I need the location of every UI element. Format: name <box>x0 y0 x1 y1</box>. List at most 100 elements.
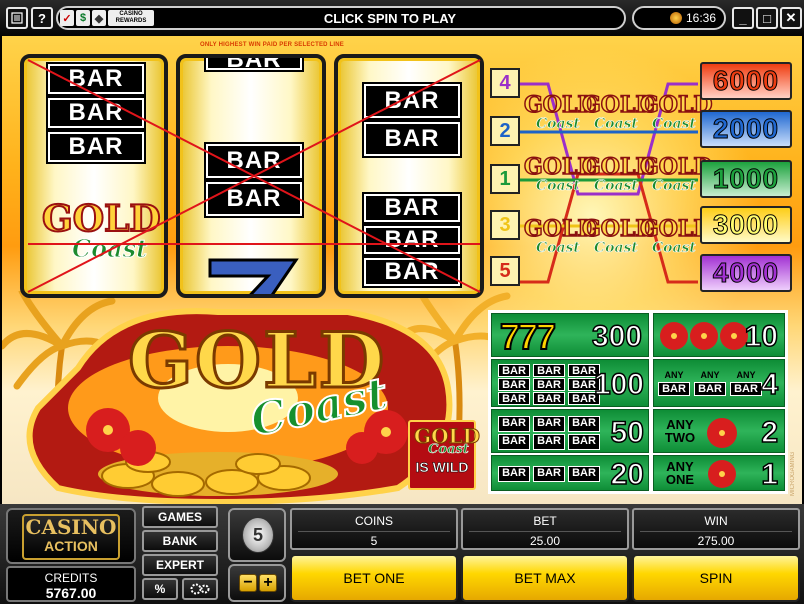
small-bar-symbol: BAR <box>568 466 600 482</box>
hibiscus-flowers-icon <box>660 322 748 350</box>
coin-increase-button[interactable]: + <box>259 574 277 592</box>
any-label: ANY <box>664 370 684 380</box>
gold-coast-symbol: GOLD Coast <box>41 197 162 264</box>
small-bar-symbol: BAR <box>498 466 530 482</box>
any-two-payout: 2 <box>761 415 779 450</box>
paytable-cell-nine-bars: BAR BAR BAR BAR BAR BAR BAR BAR BAR 100 <box>491 359 649 407</box>
bet-display: BET 25.00 <box>461 508 629 550</box>
payline-4-button[interactable]: 4 <box>490 68 520 98</box>
credits-display: CREDITS 5767.00 <box>6 566 136 602</box>
coin-size-button[interactable]: 5 <box>228 508 286 562</box>
paytable-cell-three-bars: BAR BAR BAR 20 <box>491 455 649 492</box>
gold-coast-mini-symbol: GOLD Coast <box>581 153 655 194</box>
small-bar-symbol: BAR <box>568 434 600 450</box>
control-panel: CASINO ACTION CREDITS 5767.00 GAMES BANK… <box>0 504 804 604</box>
small-bar-symbol: BAR <box>694 382 726 396</box>
bar-symbol: BAR <box>204 58 304 73</box>
rewards-badges: ✓ $ ◆ CASINO REWARDS <box>60 10 154 26</box>
bet-max-button[interactable]: BET MAX <box>461 554 629 602</box>
clock-time: 16:36 <box>685 11 716 25</box>
reel-3: BAR BAR BAR BAR BAR <box>334 54 484 298</box>
gold-coast-mini-symbol: GOLD Coast <box>639 91 713 132</box>
win-value: 275.00 <box>697 534 735 548</box>
developer-credit: MICROGAMING <box>790 451 796 496</box>
any-one-label: ANY ONE <box>665 459 695 487</box>
hibiscus-flower-icon <box>708 460 736 488</box>
gears-icon[interactable] <box>182 578 218 600</box>
bank-button[interactable]: BANK <box>142 530 218 552</box>
six-bars-payout: 50 <box>610 415 645 450</box>
menu-list-icon[interactable] <box>6 7 28 29</box>
gold-coast-mini-symbol: GOLD Coast <box>581 91 655 132</box>
coins-divider <box>298 531 450 532</box>
payline-3-button[interactable]: 3 <box>490 210 520 240</box>
bar-symbol: BAR <box>46 62 146 96</box>
clock-display: 16:36 <box>632 6 726 30</box>
win-divider <box>640 531 792 532</box>
win-display: WIN 275.00 <box>632 508 800 550</box>
bar-symbol: BAR <box>204 142 304 180</box>
bet-label: BET <box>533 514 557 528</box>
small-bar-symbol: BAR <box>498 378 530 391</box>
games-button[interactable]: GAMES <box>142 506 218 528</box>
coin-size-stepper: − + <box>228 564 286 602</box>
maximize-button[interactable]: □ <box>756 7 778 29</box>
paytable-cell-any-one: ANY ONE 1 <box>653 455 785 492</box>
small-bar-symbol: BAR <box>533 416 565 432</box>
small-bar-symbol: BAR <box>533 392 565 405</box>
small-bar-symbol: BAR <box>498 416 530 432</box>
close-button[interactable]: ✕ <box>780 7 802 29</box>
paytable: 777 300 10 BAR BAR BAR BAR BAR BAR BAR BAR BAR 1… <box>488 310 788 494</box>
small-bar-symbol: BAR <box>498 434 530 450</box>
coins-display: COINS 5 <box>290 508 458 550</box>
bar-symbol: BAR <box>362 224 462 256</box>
payline-1-button[interactable]: 1 <box>490 164 520 194</box>
expert-button[interactable]: EXPERT <box>142 554 218 576</box>
spin-button[interactable]: SPIN <box>632 554 800 602</box>
paytable-cell-three-flowers: 10 <box>653 313 785 357</box>
three-flowers-payout: 10 <box>744 319 779 354</box>
small-bar-symbol: BAR <box>498 364 530 377</box>
title-bar: ? ✓ $ ◆ CASINO REWARDS CLICK SPIN TO PLA… <box>0 0 804 36</box>
gold-coast-mini-symbol: GOLD Coast <box>639 153 713 194</box>
coin-decrease-button[interactable]: − <box>239 574 257 592</box>
paytable-cell-any-two: ANY TWO 2 <box>653 409 785 453</box>
game-message: CLICK SPIN TO PLAY <box>323 10 457 26</box>
nine-bars-payout: 100 <box>593 367 645 402</box>
gold-coast-mini-symbol: GOLD Coast <box>523 153 597 194</box>
payline-5-button[interactable]: 5 <box>490 256 520 286</box>
small-bar-symbol: BAR <box>658 382 690 396</box>
three-bars-payout: 20 <box>610 457 645 492</box>
seven-symbol-icon <box>208 258 299 294</box>
percent-button[interactable]: % <box>142 578 178 600</box>
sevens-symbol: 777 <box>499 315 557 358</box>
payline-2-button[interactable]: 2 <box>490 116 520 146</box>
any-bar-payout: 4 <box>761 367 779 402</box>
checkbox-badge-icon: ✓ <box>60 10 74 26</box>
help-button[interactable]: ? <box>31 7 53 29</box>
casino-action-logo: CASINO ACTION <box>6 508 136 564</box>
paytable-cell-any-bar: ANY BAR ANY BAR ANY BAR 4 <box>653 359 785 407</box>
bet-one-button[interactable]: BET ONE <box>290 554 458 602</box>
wild-label: IS WILD <box>415 459 469 475</box>
bar-symbol: BAR <box>46 96 146 130</box>
bar-symbol: BAR <box>46 130 146 164</box>
bar-symbol: BAR <box>362 82 462 120</box>
gold-coast-mini-symbol: GOLD Coast <box>523 215 597 256</box>
reel-2: BAR BAR BAR <box>176 54 326 298</box>
bar-symbol: BAR <box>362 192 462 224</box>
game-area: ONLY HIGHEST WIN PAID PER SELECTED LINE … <box>2 36 802 504</box>
shield-badge-icon: ◆ <box>92 10 106 26</box>
casino-rewards-logo[interactable]: CASINO REWARDS <box>108 10 154 26</box>
credits-label: CREDITS <box>44 571 98 585</box>
payline-1-win: 1000 <box>700 160 792 198</box>
wild-symbol-info: GOLD Coast IS WILD <box>408 420 480 490</box>
coins-label: COINS <box>354 514 393 528</box>
win-rule-notice: ONLY HIGHEST WIN PAID PER SELECTED LINE <box>199 42 345 48</box>
coins-value: 5 <box>370 534 378 548</box>
minimize-button[interactable]: _ <box>732 7 754 29</box>
any-label: ANY <box>700 370 720 380</box>
gold-coast-mini-symbol: GOLD Coast <box>639 215 713 256</box>
paytable-cell-sevens: 777 300 <box>491 313 649 358</box>
small-bar-symbol: BAR <box>498 392 530 405</box>
